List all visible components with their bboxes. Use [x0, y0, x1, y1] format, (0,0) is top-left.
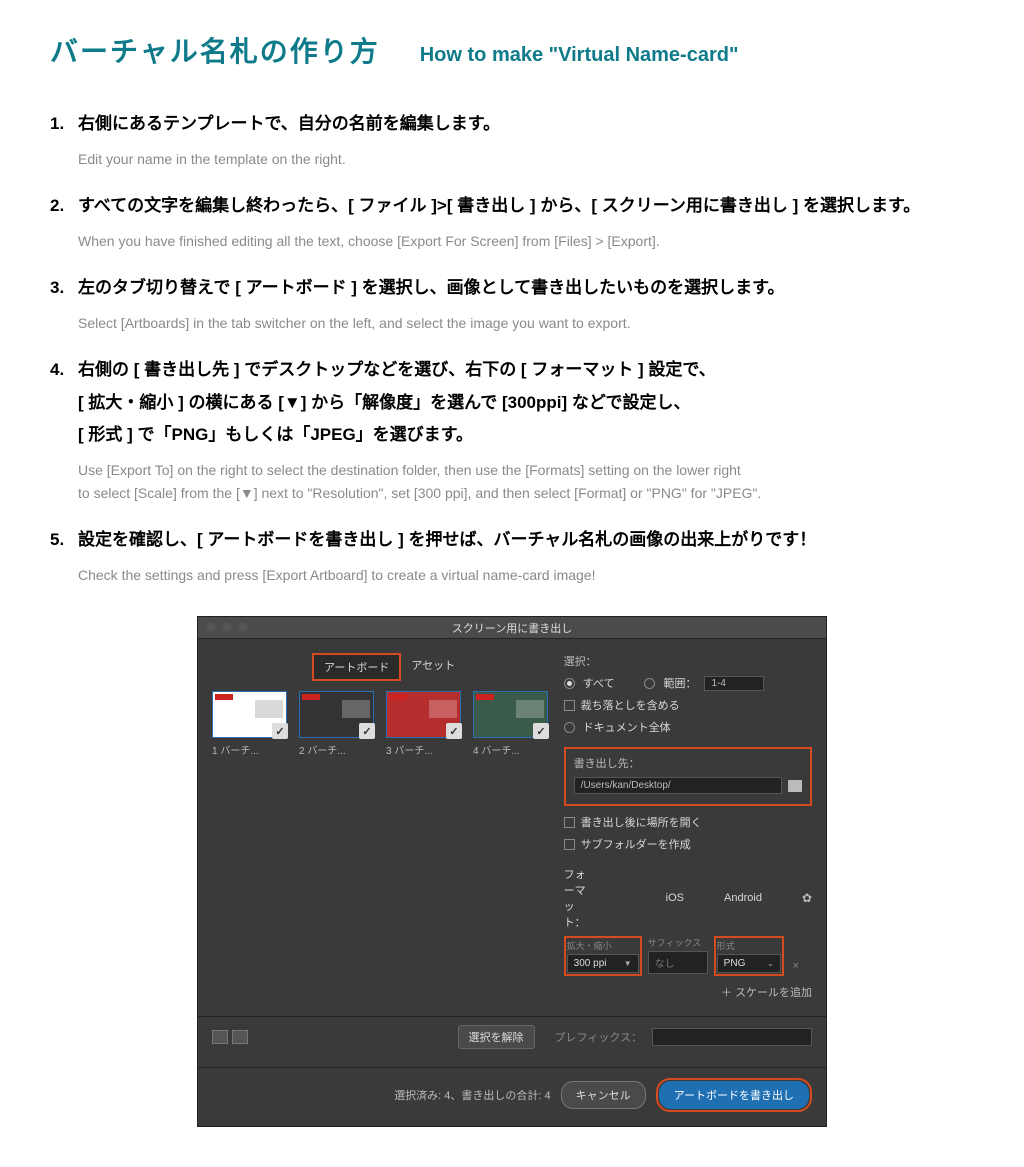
step-text-en: Select [Artboards] in the tab switcher o… — [78, 313, 974, 334]
scale-select[interactable]: 300 ppi▼ — [567, 954, 639, 973]
range-input[interactable]: 1-4 — [704, 676, 764, 691]
step-text-ja: 設定を確認し、[ アートボードを書き出し ] を押せば、バーチャル名札の画像の出… — [78, 526, 974, 559]
export-dialog: スクリーン用に書き出し アートボード アセット ✓ 1 バーチ... ✓ 2 バーチ.… — [197, 616, 827, 1127]
checkbox-subfolder-label: サブフォルダーを作成 — [581, 836, 691, 852]
window-controls[interactable] — [206, 622, 248, 632]
step-text-ja: すべての文字を編集し終わったら、[ ファイル ]>[ 書き出し ] から、[ ス… — [78, 192, 974, 225]
radio-all-label: すべて — [583, 675, 615, 691]
format-col-label: 形式 — [717, 939, 781, 952]
checkbox-subfolder[interactable] — [564, 839, 575, 850]
step-number: 1. — [50, 110, 72, 139]
step-text-en: Edit your name in the template on the ri… — [78, 149, 974, 170]
tab-artboards[interactable]: アートボード — [312, 653, 401, 681]
step-text-ja: 左のタブ切り替えで [ アートボード ] を選択し、画像として書き出したいものを… — [78, 274, 974, 307]
checkbox-bleed-label: 裁ち落としを含める — [581, 697, 680, 713]
chevron-down-icon: ⌄ — [767, 959, 774, 968]
format-column: 形式 PNG⌄ — [714, 936, 784, 976]
cancel-button[interactable]: キャンセル — [561, 1081, 646, 1109]
check-icon[interactable]: ✓ — [533, 723, 549, 739]
radio-fulldoc[interactable] — [564, 722, 575, 733]
artboard-item[interactable]: ✓ 4 バーチ... — [473, 691, 548, 757]
artboard-item[interactable]: ✓ 1 バーチ... — [212, 691, 287, 757]
scale-column: 拡大・縮小 300 ppi▼ — [564, 936, 642, 976]
prefix-label: プレフィックス： — [555, 1029, 642, 1045]
artboard-thumb[interactable]: ✓ — [299, 691, 374, 738]
export-path-input[interactable]: /Users/kan/Desktop/ — [574, 777, 782, 794]
view-grid-icon[interactable] — [212, 1030, 228, 1044]
page-title-ja: バーチャル名札の作り方 — [50, 30, 380, 70]
step-text-ja: 右側にあるテンプレートで、自分の名前を編集します。 — [78, 110, 974, 143]
dialog-title: スクリーン用に書き出し — [452, 620, 572, 636]
select-label: 選択： — [564, 653, 812, 669]
artboard-thumb[interactable]: ✓ — [212, 691, 287, 738]
suffix-col-label: サフィックス — [648, 936, 708, 949]
tab-assets[interactable]: アセット — [401, 653, 465, 681]
artboard-item[interactable]: ✓ 3 バーチ... — [386, 691, 461, 757]
formats-label: フォーマット： — [564, 866, 586, 930]
step-text-ja: 右側の [ 書き出し先 ] でデスクトップなどを選び、右下の [ フォーマット … — [78, 356, 974, 455]
check-icon[interactable]: ✓ — [446, 723, 462, 739]
artboard-label: 4 バーチ... — [473, 742, 548, 757]
add-scale-button[interactable]: ＋ スケールを追加 — [564, 984, 812, 1000]
preset-ios[interactable]: iOS — [666, 892, 684, 904]
checkbox-bleed[interactable] — [564, 700, 575, 711]
export-artboard-button[interactable]: アートボードを書き出し — [659, 1081, 809, 1109]
remove-row-icon[interactable]: × — [790, 960, 802, 976]
step-text-en: When you have finished editing all the t… — [78, 231, 974, 252]
chevron-down-icon: ▼ — [624, 959, 632, 968]
radio-range-label: 範囲： — [663, 675, 696, 691]
page-title-en: How to make "Virtual Name-card" — [420, 44, 739, 67]
export-to-section: 書き出し先： /Users/kan/Desktop/ — [564, 747, 812, 806]
check-icon[interactable]: ✓ — [272, 723, 288, 739]
deselect-button[interactable]: 選択を解除 — [458, 1025, 535, 1049]
check-icon[interactable]: ✓ — [359, 723, 375, 739]
view-list-icon[interactable] — [232, 1030, 248, 1044]
radio-all[interactable] — [564, 678, 575, 689]
status-text: 選択済み: 4、書き出しの合計: 4 — [394, 1087, 550, 1103]
artboard-thumb[interactable]: ✓ — [386, 691, 461, 738]
artboard-thumb[interactable]: ✓ — [473, 691, 548, 738]
export-to-label: 書き出し先： — [574, 755, 802, 771]
artboard-label: 3 バーチ... — [386, 742, 461, 757]
step-number: 3. — [50, 274, 72, 303]
preset-android[interactable]: Android — [724, 892, 762, 904]
artboard-item[interactable]: ✓ 2 バーチ... — [299, 691, 374, 757]
artboard-label: 2 バーチ... — [299, 742, 374, 757]
folder-icon[interactable] — [788, 780, 802, 792]
scale-col-label: 拡大・縮小 — [567, 939, 639, 952]
step-number: 5. — [50, 526, 72, 555]
suffix-input[interactable]: なし — [648, 951, 708, 974]
dialog-titlebar: スクリーン用に書き出し — [198, 617, 826, 639]
step-text-en: Check the settings and press [Export Art… — [78, 565, 974, 586]
artboard-label: 1 バーチ... — [212, 742, 287, 757]
export-button-highlight: アートボードを書き出し — [656, 1078, 812, 1112]
prefix-input[interactable] — [652, 1028, 812, 1046]
step-text-en: Use [Export To] on the right to select t… — [78, 460, 974, 504]
gear-icon[interactable]: ✿ — [802, 891, 812, 905]
radio-range[interactable] — [644, 678, 655, 689]
step-1: 1.右側にあるテンプレートで、自分の名前を編集します。 Edit your nam… — [50, 110, 974, 170]
step-3: 3.左のタブ切り替えで [ アートボード ] を選択し、画像として書き出したいも… — [50, 274, 974, 334]
format-select[interactable]: PNG⌄ — [717, 954, 781, 973]
step-number: 2. — [50, 192, 72, 221]
step-number: 4. — [50, 356, 72, 385]
checkbox-open-after-label: 書き出し後に場所を開く — [581, 814, 702, 830]
radio-fulldoc-label: ドキュメント全体 — [583, 719, 671, 735]
step-2: 2.すべての文字を編集し終わったら、[ ファイル ]>[ 書き出し ] から、[… — [50, 192, 974, 252]
step-5: 5.設定を確認し、[ アートボードを書き出し ] を押せば、バーチャル名札の画像… — [50, 526, 974, 586]
step-4: 4.右側の [ 書き出し先 ] でデスクトップなどを選び、右下の [ フォーマッ… — [50, 356, 974, 505]
checkbox-open-after[interactable] — [564, 817, 575, 828]
